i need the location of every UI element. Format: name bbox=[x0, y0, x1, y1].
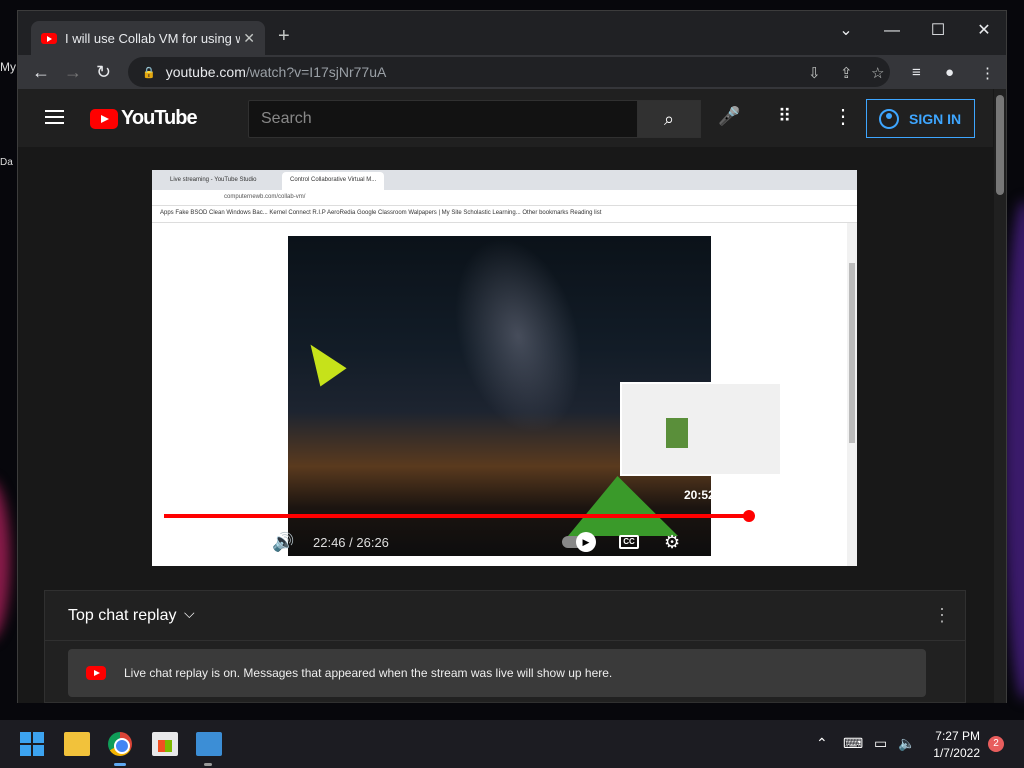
tab-search-button[interactable]: ⌄ bbox=[826, 17, 866, 45]
video-inner-address-bar: computernewb.com/collab-vm/ bbox=[152, 190, 857, 206]
search-button[interactable]: ⌕ bbox=[637, 100, 701, 138]
bookmark-star-icon[interactable]: ☆ bbox=[871, 64, 884, 82]
player-controls: ❚❚ ▶| 🔊 22:46 / 26:26 ▶ CC ⚙ ▣ ▭ ⛶ bbox=[152, 525, 857, 563]
close-window-button[interactable]: ✕ bbox=[964, 17, 1004, 45]
progress-bar[interactable] bbox=[164, 510, 844, 522]
browser-toolbar: ← → ↻ 🔒 youtube.com /watch?v=I17sjNr77uA… bbox=[18, 55, 1006, 89]
back-button[interactable]: ← bbox=[32, 60, 50, 84]
sign-in-button[interactable]: SIGN IN bbox=[866, 99, 975, 138]
chat-notice-text: Live chat replay is on. Messages that ap… bbox=[124, 666, 613, 680]
video-player[interactable]: Live streaming - YouTube Studio Control … bbox=[152, 170, 857, 566]
new-tab-button[interactable]: + bbox=[278, 25, 290, 48]
youtube-logo-icon bbox=[90, 108, 118, 129]
browser-window: I will use Collab VM for using wir ✕ + ⌄… bbox=[17, 10, 1007, 703]
settings-gear-icon[interactable]: ⚙ bbox=[664, 532, 680, 553]
youtube-logo-text: YouTube bbox=[121, 107, 198, 129]
notification-badge[interactable]: 2 bbox=[988, 736, 1004, 752]
install-app-icon[interactable]: ⇩ bbox=[808, 64, 821, 82]
browser-menu-icon[interactable]: ⋮ bbox=[980, 64, 995, 82]
microsoft-store-icon[interactable] bbox=[152, 732, 178, 756]
tray-chevron-icon[interactable]: ⌃ bbox=[816, 735, 828, 752]
youtube-favicon-icon bbox=[41, 32, 57, 44]
volume-icon[interactable]: 🔊 bbox=[272, 532, 294, 553]
network-icon[interactable]: ▭ bbox=[874, 735, 887, 752]
video-inner-tab-strip: Live streaming - YouTube Studio Control … bbox=[152, 170, 857, 190]
settings-more-icon[interactable]: ⋮ bbox=[833, 104, 853, 129]
lock-icon[interactable]: 🔒 bbox=[142, 66, 156, 79]
youtube-masthead: YouTube Search ⌕ 🎤 ⠿ ⋮ SIGN IN bbox=[18, 89, 993, 147]
share-icon[interactable]: ⇪ bbox=[840, 64, 853, 82]
vm-cursor-icon bbox=[297, 335, 347, 387]
video-inner-scroll-thumb bbox=[849, 263, 855, 443]
chat-replay-notice: Live chat replay is on. Messages that ap… bbox=[68, 649, 926, 697]
browser-tab[interactable]: I will use Collab VM for using wir ✕ bbox=[31, 21, 265, 55]
running-indicator bbox=[114, 763, 126, 766]
profile-icon[interactable]: ● bbox=[945, 64, 954, 81]
sign-in-label: SIGN IN bbox=[909, 110, 962, 127]
clock-date[interactable]: 1/7/2022 bbox=[928, 746, 980, 760]
video-inner-tab-active: Control Collaborative Virtual M... bbox=[282, 172, 385, 190]
forward-button[interactable]: → bbox=[64, 60, 82, 84]
youtube-icon bbox=[86, 666, 106, 680]
theater-mode-icon[interactable]: ▭ bbox=[759, 532, 776, 553]
keyboard-icon[interactable]: ⌨ bbox=[843, 735, 863, 752]
url-path: /watch?v=I17sjNr77uA bbox=[245, 64, 387, 80]
autoplay-icon: ▶ bbox=[576, 532, 596, 552]
time-display: 22:46 / 26:26 bbox=[313, 535, 389, 550]
next-icon[interactable]: ▶| bbox=[226, 532, 245, 553]
video-inner-url: computernewb.com/collab-vm/ bbox=[224, 194, 306, 200]
pause-icon[interactable]: ❚❚ bbox=[178, 532, 208, 553]
tab-close-icon[interactable]: ✕ bbox=[243, 30, 255, 47]
wallpaper-glow-left bbox=[0, 480, 10, 640]
seek-time-tooltip: 20:52 bbox=[684, 488, 715, 502]
url-host: youtube.com bbox=[165, 64, 246, 80]
chat-title[interactable]: Top chat replay bbox=[68, 607, 177, 625]
page-scrollbar[interactable] bbox=[994, 89, 1006, 703]
hamburger-menu-icon[interactable] bbox=[45, 110, 64, 124]
media-control-icon[interactable]: ≡ bbox=[912, 64, 921, 81]
chrome-icon[interactable] bbox=[108, 732, 132, 756]
chevron-down-icon[interactable]: ⌵ bbox=[184, 605, 195, 622]
youtube-page: YouTube Search ⌕ 🎤 ⠿ ⋮ SIGN IN Live stre… bbox=[18, 89, 1006, 703]
voice-search-icon[interactable]: 🎤 bbox=[718, 106, 740, 127]
chat-more-icon[interactable]: ⋮ bbox=[933, 605, 951, 626]
taskbar: ⌃ ⌨ ▭ 🔈 7:27 PM 1/7/2022 2 bbox=[0, 720, 1024, 768]
miniplayer-icon[interactable]: ▣ bbox=[712, 532, 729, 553]
progress-played bbox=[164, 514, 750, 518]
video-inner-tab: Live streaming - YouTube Studio bbox=[170, 177, 257, 183]
tab-title: I will use Collab VM for using wir bbox=[65, 30, 240, 46]
video-inner-scrollbar bbox=[847, 223, 857, 566]
preview-photo bbox=[666, 418, 688, 448]
milky-way-image bbox=[434, 236, 602, 449]
desktop-icon-label[interactable]: My bbox=[0, 60, 18, 74]
chat-header: Top chat replay ⌵ ⋮ bbox=[45, 591, 965, 641]
search-input[interactable]: Search bbox=[248, 100, 638, 138]
account-icon bbox=[879, 108, 899, 129]
seek-preview-thumbnail bbox=[620, 382, 782, 476]
desktop-icon-label[interactable]: Da bbox=[0, 157, 18, 168]
address-bar[interactable]: 🔒 youtube.com /watch?v=I17sjNr77uA ⇩ ⇪ ☆ bbox=[128, 57, 890, 87]
youtube-logo[interactable]: YouTube bbox=[90, 107, 198, 130]
photos-icon[interactable] bbox=[196, 732, 222, 756]
maximize-button[interactable]: ☐ bbox=[918, 17, 958, 45]
wallpaper-glow-right bbox=[1004, 200, 1024, 700]
clock-time[interactable]: 7:27 PM bbox=[934, 729, 980, 743]
tab-strip: I will use Collab VM for using wir ✕ + ⌄… bbox=[18, 11, 1006, 55]
minimize-button[interactable]: — bbox=[872, 17, 912, 45]
chat-replay-panel: Top chat replay ⌵ ⋮ Live chat replay is … bbox=[44, 590, 966, 703]
running-indicator bbox=[204, 763, 212, 766]
captions-icon[interactable]: CC bbox=[619, 535, 639, 549]
file-explorer-icon[interactable] bbox=[64, 732, 90, 756]
reload-button[interactable]: ↻ bbox=[96, 60, 111, 84]
volume-icon[interactable]: 🔈 bbox=[898, 735, 915, 752]
windows-start-icon[interactable] bbox=[20, 732, 46, 756]
apps-grid-icon[interactable]: ⠿ bbox=[778, 106, 791, 127]
scrollbar-thumb[interactable] bbox=[996, 95, 1004, 195]
fullscreen-icon[interactable]: ⛶ bbox=[808, 532, 821, 553]
video-inner-bookmarks: Apps Fake BSOD Clean Windows Bac... Kern… bbox=[152, 206, 857, 223]
autoplay-toggle[interactable]: ▶ bbox=[562, 532, 596, 552]
